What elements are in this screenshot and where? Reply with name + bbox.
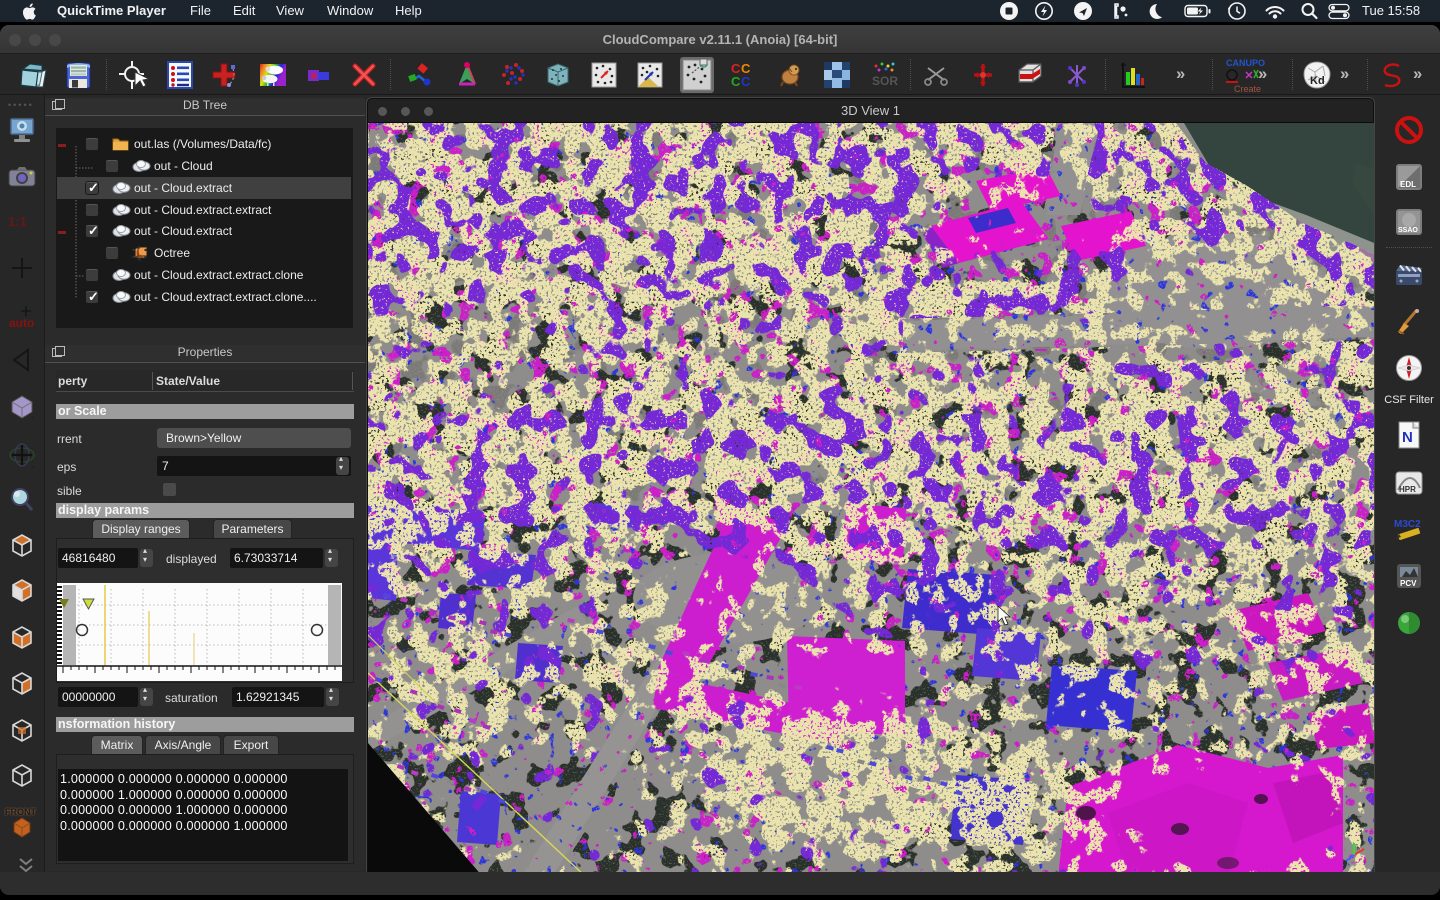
svg-text:SOR: SOR bbox=[872, 74, 898, 88]
svg-text:PCV: PCV bbox=[1400, 579, 1417, 588]
svg-text:C: C bbox=[731, 74, 741, 89]
svg-text:EDL: EDL bbox=[1400, 180, 1416, 189]
svg-text:Kd: Kd bbox=[1310, 75, 1325, 87]
svg-text:SSAO: SSAO bbox=[1398, 227, 1418, 234]
svg-text:HPR: HPR bbox=[1399, 485, 1416, 494]
svg-text:C: C bbox=[741, 74, 751, 89]
svg-text:CANUPO: CANUPO bbox=[1226, 58, 1265, 68]
svg-text:N: N bbox=[1402, 429, 1413, 446]
svg-text:Create: Create bbox=[1234, 84, 1261, 94]
